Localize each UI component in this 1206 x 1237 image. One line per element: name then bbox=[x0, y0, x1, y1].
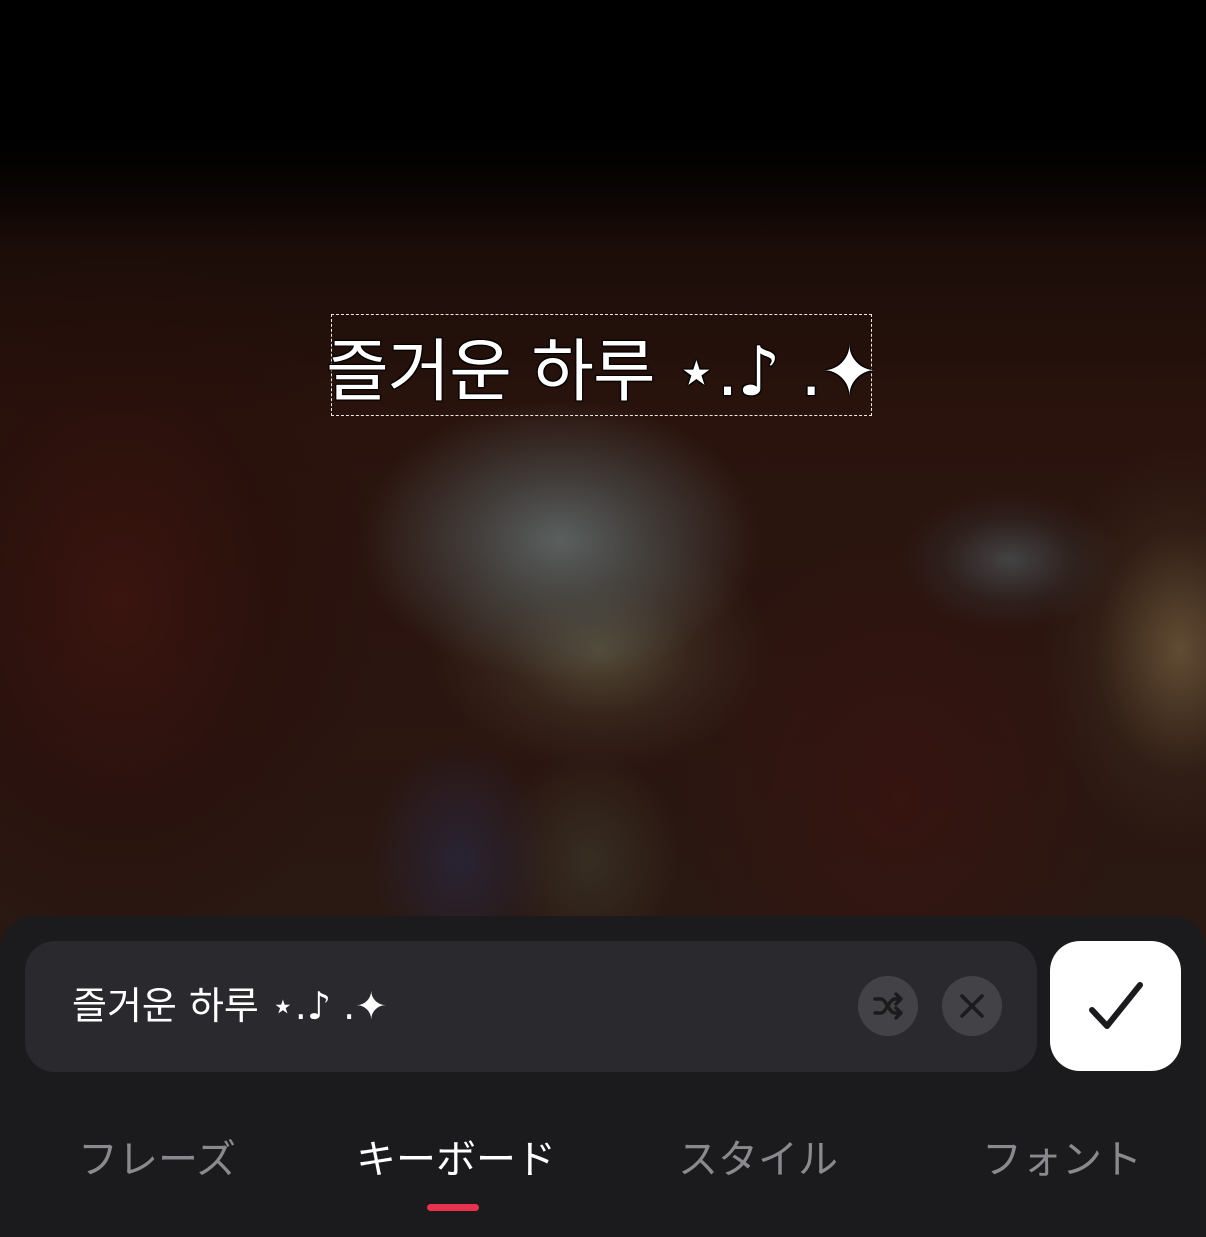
text-overlay-selection[interactable]: 즐거운 하루 ⋆.♪ .✦ bbox=[326, 314, 878, 416]
active-tab-indicator bbox=[427, 1204, 479, 1211]
overlay-text: 즐거운 하루 ⋆.♪ .✦ bbox=[326, 332, 878, 412]
shuffle-button[interactable] bbox=[858, 976, 918, 1036]
tab-keyboard[interactable]: キーボード bbox=[356, 1130, 556, 1190]
close-icon bbox=[960, 994, 984, 1018]
tab-font[interactable]: フォント bbox=[982, 1130, 1142, 1190]
text-input-value[interactable]: 즐거운 하루 ⋆.♪ .✦ bbox=[72, 976, 387, 1036]
clear-text-button[interactable] bbox=[942, 976, 1002, 1036]
top-shade bbox=[0, 0, 1206, 250]
shuffle-icon bbox=[873, 992, 903, 1020]
screen: 즐거운 하루 ⋆.♪ .✦ 즐거운 하루 ⋆.♪ .✦ フレーズ キーボード ス… bbox=[0, 0, 1206, 1237]
checkmark-icon bbox=[1088, 982, 1143, 1029]
confirm-button[interactable] bbox=[1050, 941, 1181, 1071]
tab-phrase[interactable]: フレーズ bbox=[78, 1130, 236, 1190]
tab-style[interactable]: スタイル bbox=[678, 1130, 838, 1190]
editor-tabs: フレーズ キーボード スタイル フォント bbox=[0, 1130, 1206, 1200]
